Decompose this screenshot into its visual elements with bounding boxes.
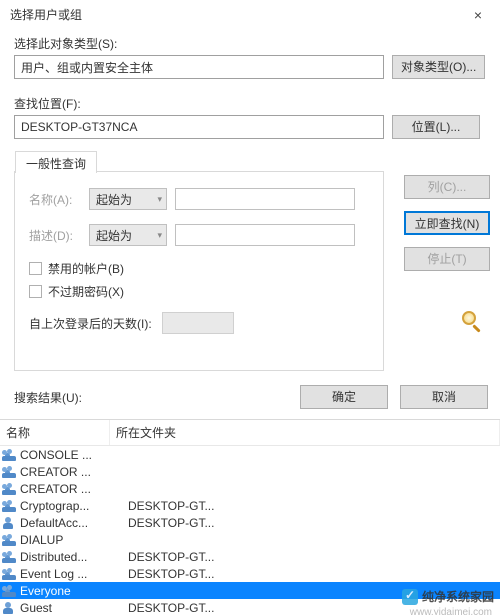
result-name: Cryptograp... [20, 499, 128, 513]
object-types-button[interactable]: 对象类型(O)... [392, 55, 485, 79]
columns-button[interactable]: 列(C)... [404, 175, 490, 199]
days-since-logon-label: 自上次登录后的天数(I): [29, 315, 152, 332]
days-since-logon-input[interactable] [162, 312, 234, 334]
results-header: 名称 所在文件夹 [0, 420, 500, 446]
chevron-down-icon: ▾ [157, 230, 162, 241]
list-item[interactable]: CONSOLE ... [0, 446, 500, 463]
locations-button[interactable]: 位置(L)... [392, 115, 480, 139]
name-match-combo[interactable]: 起始为 ▾ [89, 188, 167, 210]
window-title: 选择用户或组 [10, 6, 82, 23]
results-list: 名称 所在文件夹 CONSOLE ... CREATOR ... CREATOR .… [0, 419, 500, 615]
name-input[interactable] [175, 188, 355, 210]
location-input[interactable] [14, 115, 384, 139]
list-item[interactable]: Distributed...DESKTOP-GT... [0, 548, 500, 565]
desc-match-combo[interactable]: 起始为 ▾ [89, 224, 167, 246]
search-icon [458, 311, 490, 333]
list-item[interactable]: DefaultAcc...DESKTOP-GT... [0, 514, 500, 531]
non-expiring-pw-checkbox[interactable] [29, 285, 42, 298]
non-expiring-pw-label: 不过期密码(X) [48, 283, 124, 300]
ok-button[interactable]: 确定 [300, 385, 388, 409]
result-folder: DESKTOP-GT... [128, 567, 500, 581]
cancel-button[interactable]: 取消 [400, 385, 488, 409]
title-bar: 选择用户或组 × [0, 0, 500, 27]
list-item[interactable]: CREATOR ... [0, 480, 500, 497]
result-folder: DESKTOP-GT... [128, 499, 500, 513]
desc-label: 描述(D): [29, 227, 81, 244]
find-now-button[interactable]: 立即查找(N) [404, 211, 490, 235]
chevron-down-icon: ▾ [157, 194, 162, 205]
list-item[interactable]: Cryptograp...DESKTOP-GT... [0, 497, 500, 514]
disabled-accounts-checkbox[interactable] [29, 262, 42, 275]
result-folder: DESKTOP-GT... [128, 550, 500, 564]
result-folder: DESKTOP-GT... [128, 516, 500, 530]
list-item[interactable]: Event Log ...DESKTOP-GT... [0, 565, 500, 582]
name-label: 名称(A): [29, 191, 81, 208]
watermark-url: www.yidaimei.com [410, 607, 492, 615]
object-type-section: 选择此对象类型(S): 对象类型(O)... [0, 27, 500, 79]
user-icon [2, 516, 18, 530]
group-icon [2, 567, 18, 581]
group-icon [2, 584, 18, 598]
group-icon [2, 550, 18, 564]
group-icon [2, 533, 18, 547]
desc-input[interactable] [175, 224, 355, 246]
location-label: 查找位置(F): [14, 95, 488, 112]
column-folder[interactable]: 所在文件夹 [110, 420, 500, 445]
close-icon[interactable]: × [464, 7, 492, 23]
search-results-label: 搜索结果(U): [14, 389, 82, 406]
result-name: DIALUP [20, 533, 128, 547]
list-item[interactable]: DIALUP [0, 531, 500, 548]
result-name: Everyone [20, 584, 128, 598]
result-name: CONSOLE ... [20, 448, 128, 462]
tab-general-query[interactable]: 一般性查询 [15, 151, 97, 173]
column-name[interactable]: 名称 [0, 420, 110, 445]
result-name: DefaultAcc... [20, 516, 128, 530]
list-item[interactable]: CREATOR ... [0, 463, 500, 480]
group-icon [2, 482, 18, 496]
query-tabbox: 一般性查询 名称(A): 起始为 ▾ 描述(D): 起始为 ▾ [14, 171, 384, 371]
object-type-label: 选择此对象类型(S): [14, 35, 488, 52]
result-name: CREATOR ... [20, 465, 128, 479]
list-item[interactable]: Everyone [0, 582, 500, 599]
group-icon [2, 448, 18, 462]
location-section: 查找位置(F): 位置(L)... [0, 87, 500, 139]
disabled-accounts-label: 禁用的帐户(B) [48, 260, 124, 277]
result-name: Distributed... [20, 550, 128, 564]
group-icon [2, 465, 18, 479]
object-type-input[interactable] [14, 55, 384, 79]
result-name: Event Log ... [20, 567, 128, 581]
result-name: CREATOR ... [20, 482, 128, 496]
group-icon [2, 499, 18, 513]
stop-button[interactable]: 停止(T) [404, 247, 490, 271]
